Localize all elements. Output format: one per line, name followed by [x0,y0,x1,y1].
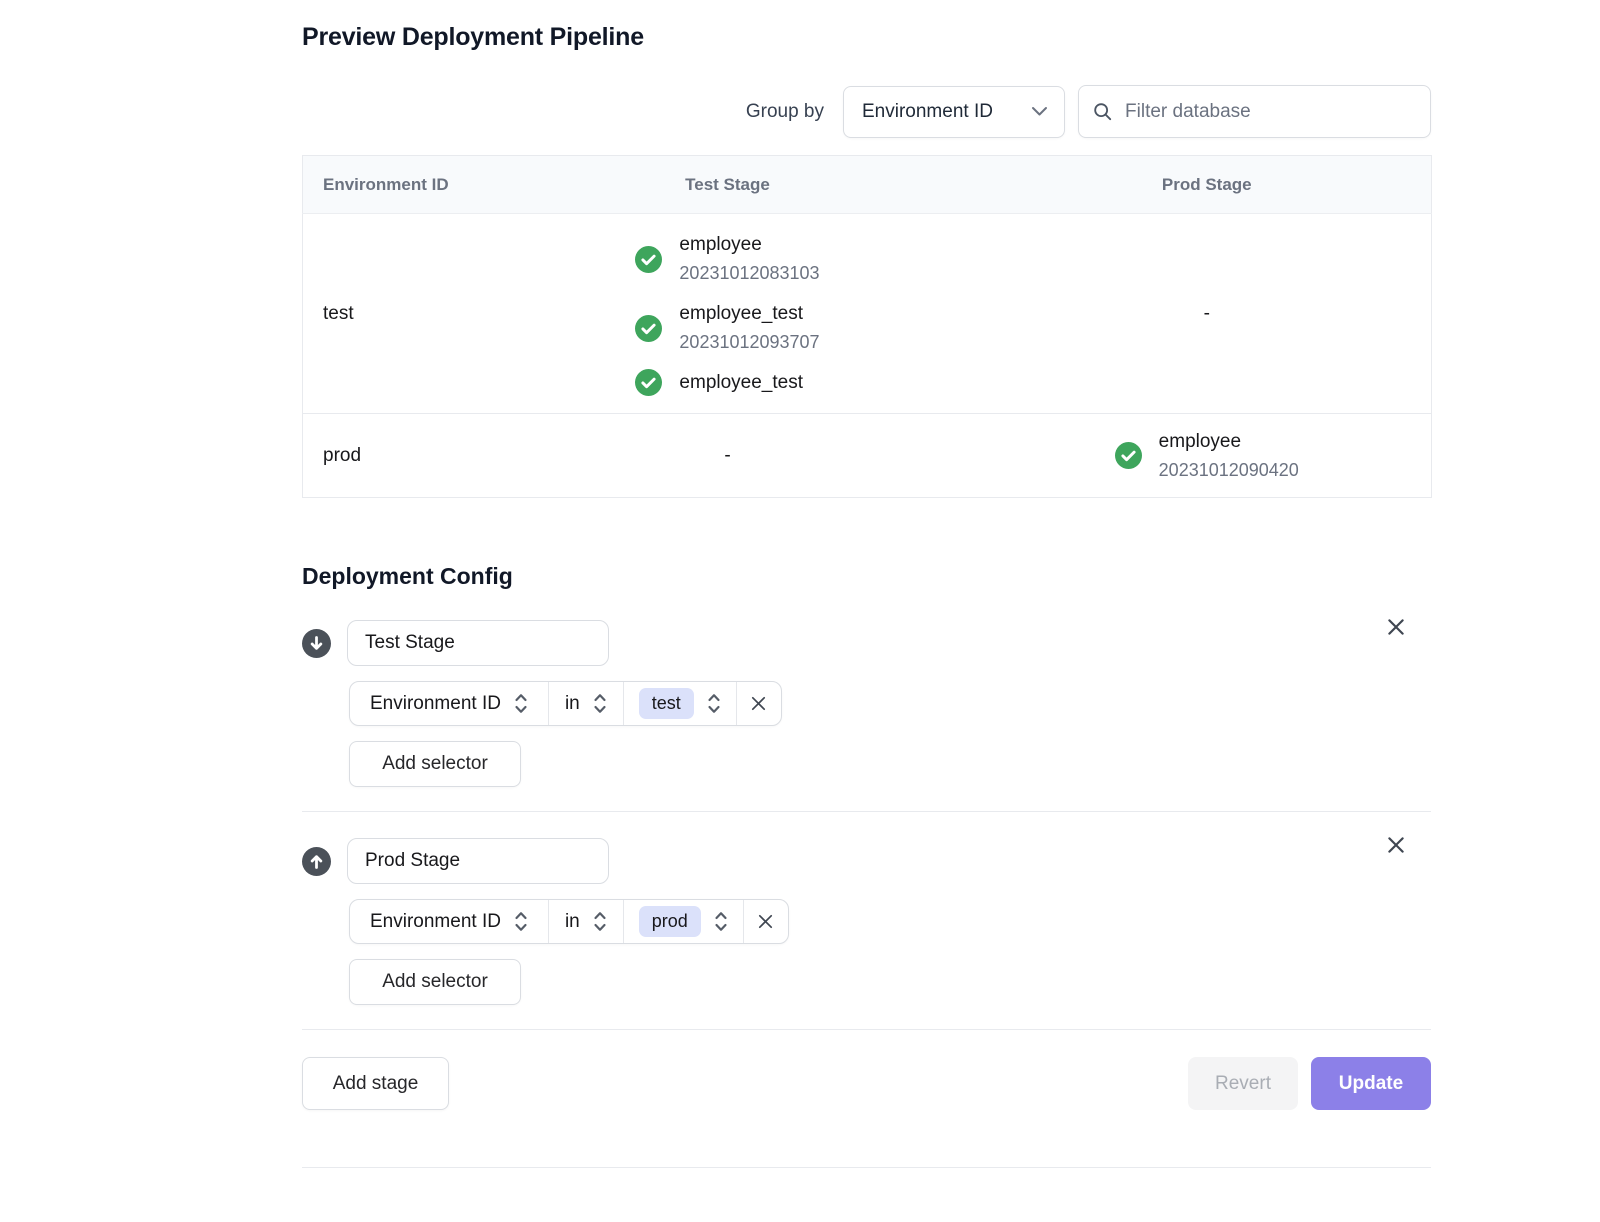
selector-row: Environment ID in test [349,681,782,726]
table-header-row: Environment ID Test Stage Prod Stage [303,156,1432,214]
stage-block-prod: Environment ID in prod Add selector [302,838,1431,1005]
revert-button[interactable]: Revert [1188,1057,1298,1110]
database-list: employee 20231012090420 [1115,427,1299,485]
chevron-down-icon [1031,106,1048,117]
close-icon [756,912,775,931]
database-name: employee [1159,427,1299,456]
toolbar: Group by Environment ID [302,85,1431,138]
database-item: employee 20231012083103 [635,230,819,288]
remove-selector-button[interactable] [743,900,788,943]
deployment-pipeline-panel: Preview Deployment Pipeline Group by Env… [302,22,1431,1168]
environment-id-cell: prod [303,414,473,498]
updown-chevrons-icon [593,692,607,715]
table-row-prod: prod - employee 20231012090420 [303,414,1432,498]
stage-block-test: Environment ID in test Add selector [302,620,1431,787]
move-stage-up-button[interactable] [302,847,331,876]
selector-row: Environment ID in prod [349,899,789,944]
database-version: 20231012093707 [679,328,819,357]
database-list: employee 20231012083103 employee_test 20… [635,230,819,397]
selector-key-select[interactable]: Environment ID [350,682,548,725]
environment-id-cell: test [303,214,473,414]
stage-header [302,838,1431,884]
selector-value-tag: test [639,688,694,719]
test-stage-cell: employee 20231012083103 employee_test 20… [473,214,983,414]
test-stage-cell-empty: - [473,414,983,498]
check-circle-icon [1115,442,1142,469]
selector-operator-value: in [565,693,580,715]
update-button[interactable]: Update [1311,1057,1431,1110]
filter-database-input[interactable] [1123,100,1416,124]
updown-chevrons-icon [714,910,728,933]
stage-name-input[interactable] [347,838,609,884]
filter-database-box [1078,85,1431,138]
divider [302,811,1431,812]
database-name: employee [679,230,819,259]
bottom-divider [302,1167,1431,1168]
move-stage-down-button[interactable] [302,629,331,658]
prod-stage-cell-empty: - [983,214,1432,414]
selector-value-select[interactable]: test [623,682,736,725]
divider [302,1029,1431,1030]
remove-stage-button[interactable] [1381,830,1411,860]
group-by-selected-value: Environment ID [862,101,993,123]
check-circle-icon [635,369,662,396]
database-version: 20231012083103 [679,259,819,288]
database-item: employee_test [635,368,803,397]
column-header-environment-id: Environment ID [303,156,473,214]
group-by-label: Group by [746,101,824,123]
stage-name-input[interactable] [347,620,609,666]
selector-value-select[interactable]: prod [623,900,743,943]
close-icon [1385,834,1407,856]
selector-key-select[interactable]: Environment ID [350,900,548,943]
check-circle-icon [635,246,662,273]
updown-chevrons-icon [514,910,528,933]
check-circle-icon [635,315,662,342]
selector-key-value: Environment ID [370,911,501,933]
table-row-test: test employee 20231012083103 [303,214,1432,414]
database-name: employee_test [679,299,819,328]
column-header-test-stage: Test Stage [473,156,983,214]
footer-actions: Add stage Revert Update [302,1057,1431,1110]
column-header-prod-stage: Prod Stage [983,156,1432,214]
updown-chevrons-icon [707,692,721,715]
stage-header [302,620,1431,666]
selector-operator-select[interactable]: in [548,900,623,943]
selector-operator-value: in [565,911,580,933]
selector-value-tag: prod [639,906,701,937]
add-selector-button[interactable]: Add selector [349,959,521,1005]
updown-chevrons-icon [514,692,528,715]
remove-stage-button[interactable] [1381,612,1411,642]
database-version: 20231012090420 [1159,456,1299,485]
prod-stage-cell: employee 20231012090420 [983,414,1432,498]
add-selector-button[interactable]: Add selector [349,741,521,787]
arrow-down-circle-icon [302,629,331,658]
close-icon [1385,616,1407,638]
add-stage-button[interactable]: Add stage [302,1057,449,1110]
selector-key-value: Environment ID [370,693,501,715]
search-icon [1093,101,1112,122]
database-item: employee 20231012090420 [1115,427,1299,485]
deployment-config-title: Deployment Config [302,562,1431,590]
close-icon [749,694,768,713]
selector-operator-select[interactable]: in [548,682,623,725]
pipeline-preview-table: Environment ID Test Stage Prod Stage tes… [302,155,1432,498]
updown-chevrons-icon [593,910,607,933]
group-by-select[interactable]: Environment ID [843,86,1065,138]
remove-selector-button[interactable] [736,682,781,725]
arrow-up-circle-icon [302,847,331,876]
database-item: employee_test 20231012093707 [635,299,819,357]
page-title: Preview Deployment Pipeline [302,22,1431,52]
database-name: employee_test [679,368,803,397]
